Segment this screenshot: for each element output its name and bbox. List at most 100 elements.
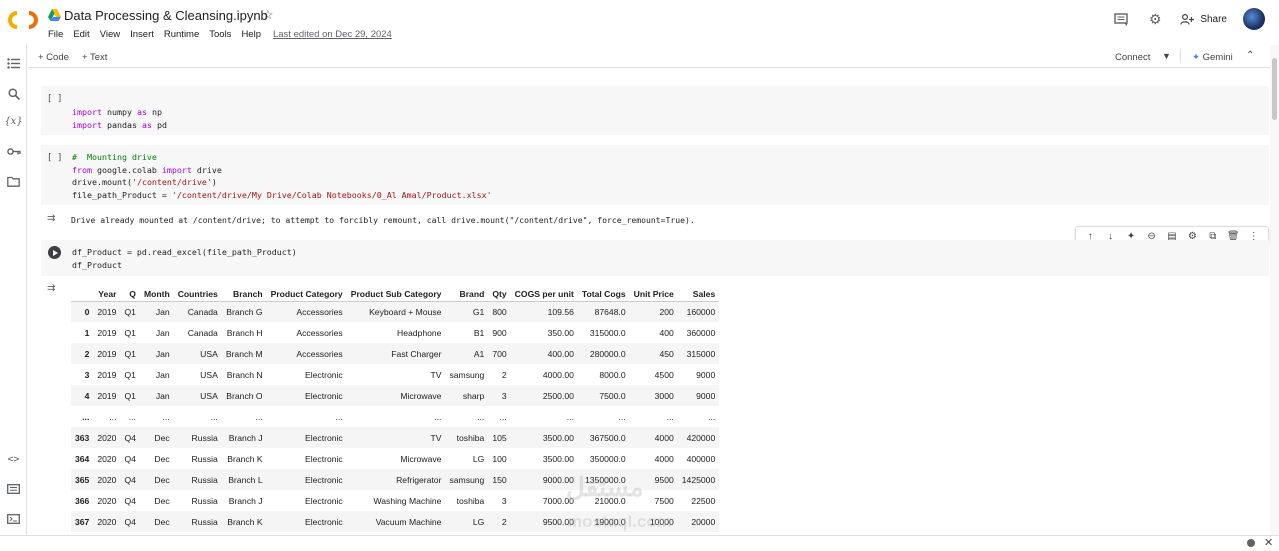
folder-icon[interactable] xyxy=(6,174,21,189)
table-cell: Accessories xyxy=(296,327,343,338)
column-header: Q xyxy=(120,287,140,302)
table-cell: Branch G xyxy=(221,301,267,322)
code-snippets-icon[interactable]: <> xyxy=(6,452,21,467)
cell-code[interactable]: df_Product = pd.read_excel(file_path_Pro… xyxy=(72,246,297,271)
table-cell: 2020 xyxy=(93,469,121,490)
last-edited-link[interactable]: Last edited on Dec 29, 2024 xyxy=(273,29,392,40)
table-row: ........................................… xyxy=(71,406,719,427)
output-icon[interactable]: ⇉ xyxy=(47,213,55,224)
menu-help[interactable]: Help xyxy=(241,29,261,40)
table-cell: Headphone xyxy=(397,327,442,338)
table-cell: 100 xyxy=(492,453,507,464)
menu-edit[interactable]: Edit xyxy=(73,29,89,40)
code-cell-imports[interactable]: [ ] import numpy as np import pandas as … xyxy=(41,86,1269,135)
column-header: Branch xyxy=(221,287,267,302)
keyword-from: from xyxy=(72,164,92,175)
keyword-import: import xyxy=(72,107,102,117)
table-cell: samsung xyxy=(449,369,485,380)
terminal-icon[interactable] xyxy=(6,511,21,526)
menu-runtime[interactable]: Runtime xyxy=(164,29,199,40)
table-cell: ... xyxy=(255,411,263,422)
table-cell: G1 xyxy=(445,301,489,322)
table-cell: sharp xyxy=(445,385,489,406)
table-cell: ... xyxy=(128,411,136,422)
menu-view[interactable]: View xyxy=(100,29,120,40)
watermark-latin: mostaql.com xyxy=(567,512,672,531)
table-cell: USA xyxy=(200,369,218,380)
gear-icon[interactable]: ⚙ xyxy=(1146,10,1164,28)
table-cell: Dec xyxy=(154,495,170,506)
table-cell: Dec xyxy=(139,469,174,490)
menu-file[interactable]: File xyxy=(48,29,63,40)
table-cell: 350000.0 xyxy=(589,453,626,464)
add-code-button[interactable]: + Code xyxy=(38,52,69,63)
code-cell-mount-drive[interactable]: [ ] # Mounting drive from google.colab i… xyxy=(41,145,1269,205)
table-cell: 4000.00 xyxy=(542,369,574,380)
table-cell: Dec xyxy=(154,453,170,464)
colab-logo[interactable] xyxy=(8,8,38,32)
table-cell: 400000 xyxy=(686,453,716,464)
menu-tools[interactable]: Tools xyxy=(209,29,231,40)
column-header: Brand xyxy=(445,287,489,302)
toc-icon[interactable] xyxy=(6,56,21,71)
table-cell: ... xyxy=(109,411,117,422)
table-cell: Q4 xyxy=(124,453,136,464)
table-cell: Q4 xyxy=(120,511,140,532)
row-index: 4 xyxy=(71,385,94,406)
chevron-up-icon[interactable]: ⌃ xyxy=(1246,50,1254,61)
cell-run-bracket[interactable]: [ ] xyxy=(47,94,62,104)
top-bar: Data Processing & Cleansing.ipynb ☆ File… xyxy=(0,0,1279,45)
comment-icon[interactable] xyxy=(1112,10,1130,28)
cell-run-bracket[interactable]: [ ] xyxy=(47,153,62,163)
table-row: 363 2020 Q4 Dec Russia Branch J Electronic TV to… xyxy=(71,427,720,448)
table-cell: Branch J xyxy=(228,495,263,506)
command-palette-icon[interactable] xyxy=(6,481,21,496)
table-cell: 2 xyxy=(501,369,507,380)
secrets-icon[interactable] xyxy=(6,144,21,159)
toolbar-divider xyxy=(1180,49,1181,63)
cell-code[interactable]: import numpy as np import pandas as pd xyxy=(72,106,167,131)
table-cell: ... xyxy=(210,411,218,422)
table-cell: LG xyxy=(472,453,485,464)
code-cell-read-excel[interactable]: df_Product = pd.read_excel(file_path_Pro… xyxy=(41,240,1269,276)
close-icon[interactable]: ✕ xyxy=(1264,536,1273,549)
output-icon[interactable]: ⇉ xyxy=(47,283,55,294)
table-row: 3 2019 Q1 Jan USA Branch N Electronic TV samsung… xyxy=(71,364,719,385)
table-cell: Branch M xyxy=(221,343,267,364)
table-cell: Russia xyxy=(191,495,218,506)
table-cell: Branch O xyxy=(221,385,267,406)
column-header: Product Sub Category xyxy=(346,287,446,302)
column-header xyxy=(71,287,94,302)
column-header: Countries xyxy=(173,287,222,302)
share-button[interactable]: Share xyxy=(1180,14,1227,25)
variables-icon[interactable]: {x} xyxy=(4,114,22,129)
search-icon[interactable] xyxy=(6,86,21,101)
table-cell: Dec xyxy=(139,511,174,532)
table-cell: 4500 xyxy=(654,369,674,380)
table-cell: Q4 xyxy=(124,495,136,506)
table-cell: Russia xyxy=(173,469,222,490)
table-cell: Electronic xyxy=(266,469,347,490)
table-cell: 9000 xyxy=(696,369,716,380)
gemini-button[interactable]: ✦ Gemini xyxy=(1192,52,1233,63)
table-cell: Jan xyxy=(139,343,174,364)
table-row: 0 2019 Q1 Jan Canada Branch G Accessories Keybo… xyxy=(71,301,720,322)
chevron-down-icon[interactable]: ▼ xyxy=(1162,51,1171,61)
menu-bar: File Edit View Insert Runtime Tools Help… xyxy=(48,29,392,40)
menu-insert[interactable]: Insert xyxy=(130,29,154,40)
add-text-button[interactable]: + Text xyxy=(82,52,107,63)
table-cell: 2019 xyxy=(93,343,121,364)
connect-button[interactable]: Connect xyxy=(1115,52,1150,63)
table-cell: 2019 xyxy=(93,301,121,322)
table-cell: USA xyxy=(173,343,222,364)
scrollbar-thumb[interactable] xyxy=(1272,58,1277,120)
run-cell-button[interactable] xyxy=(48,246,61,259)
table-cell: Branch K xyxy=(221,511,267,532)
table-cell: Russia xyxy=(173,427,222,448)
table-cell: ... xyxy=(162,411,170,422)
notebook-title[interactable]: Data Processing & Cleansing.ipynb xyxy=(64,8,268,23)
table-cell: Russia xyxy=(191,453,218,464)
cell-code[interactable]: # Mounting drive from google.colab impor… xyxy=(72,151,492,201)
avatar[interactable] xyxy=(1243,8,1265,30)
star-icon[interactable]: ☆ xyxy=(262,7,274,23)
